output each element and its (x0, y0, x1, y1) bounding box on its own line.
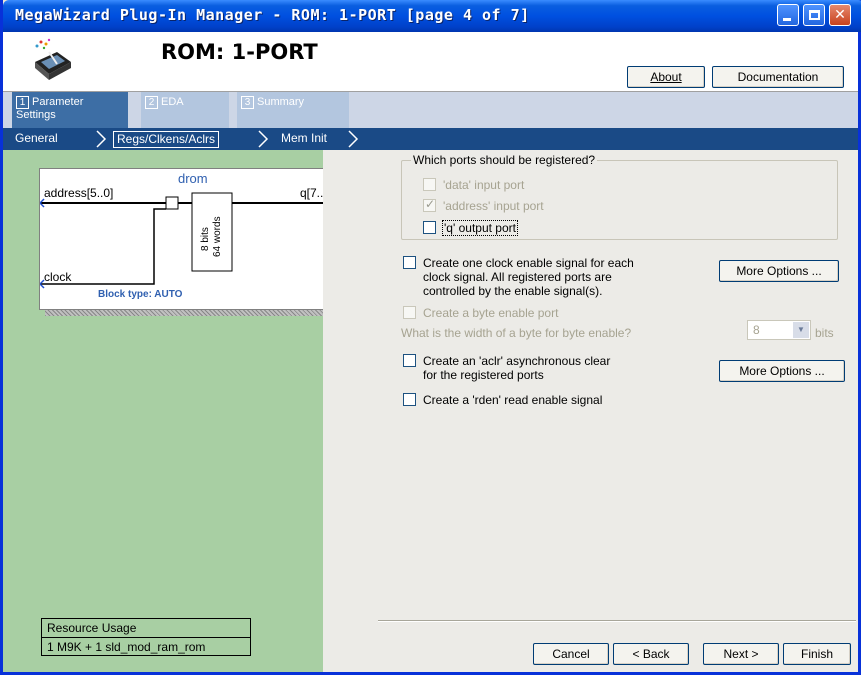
wizard-window: MegaWizard Plug-In Manager - ROM: 1-PORT… (0, 0, 861, 675)
chevron-down-icon: ▼ (793, 322, 809, 338)
back-label: < Back (632, 647, 670, 661)
finish-label: Finish (800, 647, 833, 661)
rden-label: Create a 'rden' read enable signal (423, 393, 603, 407)
data-port-label: 'data' input port (443, 178, 525, 192)
aclr-line1: Create an 'aclr' asynchronous clear (423, 354, 611, 368)
aclr-checkbox[interactable] (403, 354, 416, 367)
resource-usage-header: Resource Usage (42, 619, 250, 638)
tab-label: EDA (161, 96, 184, 108)
clock-port-label: clock (44, 270, 72, 284)
q-port-checkbox[interactable] (423, 221, 436, 234)
bits-unit-label: bits (815, 326, 834, 340)
crumb-mem-init[interactable]: Mem Init (281, 131, 327, 146)
q-port-label: 'q' output port (442, 220, 518, 236)
chevron-right-icon (348, 130, 359, 148)
chevron-right-icon (258, 130, 269, 148)
page-title: ROM: 1-PORT (161, 40, 318, 64)
block-diagram: drom address[5..0] q[7..0] clock Block t… (39, 168, 352, 310)
preview-panel: drom address[5..0] q[7..0] clock Block t… (3, 150, 357, 672)
next-button[interactable]: Next > (703, 643, 779, 665)
minimize-icon (783, 18, 791, 21)
resource-usage-value: 1 M9K + 1 sld_mod_ram_rom (47, 640, 206, 654)
title-bar[interactable]: MegaWizard Plug-In Manager - ROM: 1-PORT… (3, 0, 861, 32)
block-diagram-drawing: drom address[5..0] q[7..0] clock Block t… (40, 171, 352, 300)
tab-eda[interactable]: 2 EDA (141, 92, 229, 128)
crumb-regs-clkens-aclrs[interactable]: Regs/Clkens/Aclrs (113, 131, 220, 148)
aclr-line2: for the registered ports (423, 368, 544, 382)
wizard-header: ROM: 1-PORT About Documentation (3, 32, 858, 92)
chevron-right-icon (96, 130, 107, 148)
back-button[interactable]: < Back (613, 643, 689, 665)
address-port-label: 'address' input port (443, 199, 544, 213)
rden-checkbox[interactable] (403, 393, 416, 406)
documentation-button[interactable]: Documentation (712, 66, 844, 88)
cancel-button[interactable]: Cancel (533, 643, 609, 665)
clock-enable-line3: controlled by the enable signal(s). (423, 284, 603, 298)
byte-width-question: What is the width of a byte for byte ena… (401, 326, 632, 340)
breadcrumb: General Regs/Clkens/Aclrs Mem Init (3, 128, 858, 150)
tab-number: 3 (241, 96, 254, 109)
cancel-label: Cancel (552, 647, 590, 661)
clock-enable-line2: clock signal. All registered ports are (423, 270, 612, 284)
more-options-label: More Options ... (739, 364, 825, 378)
byte-enable-checkbox[interactable] (403, 306, 416, 319)
settings-panel: Which ports should be registered? 'data'… (323, 150, 858, 672)
byte-width-select[interactable]: 8 ▼ (747, 320, 811, 340)
wizard-logo-icon (35, 38, 71, 80)
words-label: 64 words (212, 216, 223, 257)
about-label: About (650, 70, 682, 84)
window-title: MegaWizard Plug-In Manager - ROM: 1-PORT… (15, 6, 530, 24)
tab-label: Summary (257, 96, 305, 108)
finish-button[interactable]: Finish (783, 643, 851, 665)
byte-width-value: 8 (753, 323, 760, 337)
close-icon: ✕ (834, 7, 846, 23)
address-port-checkbox[interactable] (423, 197, 436, 212)
about-button[interactable]: About (627, 66, 705, 88)
clock-enable-more-options-button[interactable]: More Options ... (719, 260, 839, 282)
minimize-button[interactable] (777, 4, 799, 26)
tab-strip: 1 Parameter Settings 2 EDA 3 Summary (3, 92, 858, 128)
bits-label: 8 bits (200, 227, 211, 251)
maximize-icon (809, 10, 820, 20)
footer-divider (378, 620, 856, 622)
clock-enable-checkbox[interactable] (403, 256, 416, 269)
more-options-label: More Options ... (736, 264, 822, 278)
resource-usage-box: Resource Usage 1 M9K + 1 sld_mod_ram_rom (41, 618, 251, 656)
diagram-name: drom (178, 171, 208, 186)
close-button[interactable]: ✕ (829, 4, 851, 26)
q-port-label-wrap: 'q' output port (442, 220, 518, 236)
documentation-label: Documentation (737, 70, 819, 84)
aclr-more-options-button[interactable]: More Options ... (719, 360, 845, 382)
byte-enable-label: Create a byte enable port (423, 306, 559, 320)
address-port-label: address[5..0] (44, 186, 113, 200)
registered-ports-legend: Which ports should be registered? (411, 153, 598, 167)
maximize-button[interactable] (803, 4, 825, 26)
crumb-general[interactable]: General (15, 131, 58, 146)
block-type-label: Block type: AUTO (98, 289, 183, 300)
clock-enable-line1: Create one clock enable signal for each (423, 256, 634, 270)
tab-parameter-settings[interactable]: 1 Parameter Settings (12, 92, 128, 128)
tab-summary[interactable]: 3 Summary (237, 92, 349, 128)
next-label: Next > (723, 647, 759, 661)
tab-number: 1 (16, 96, 29, 109)
tab-number: 2 (145, 96, 158, 109)
data-port-checkbox[interactable] (423, 178, 436, 191)
